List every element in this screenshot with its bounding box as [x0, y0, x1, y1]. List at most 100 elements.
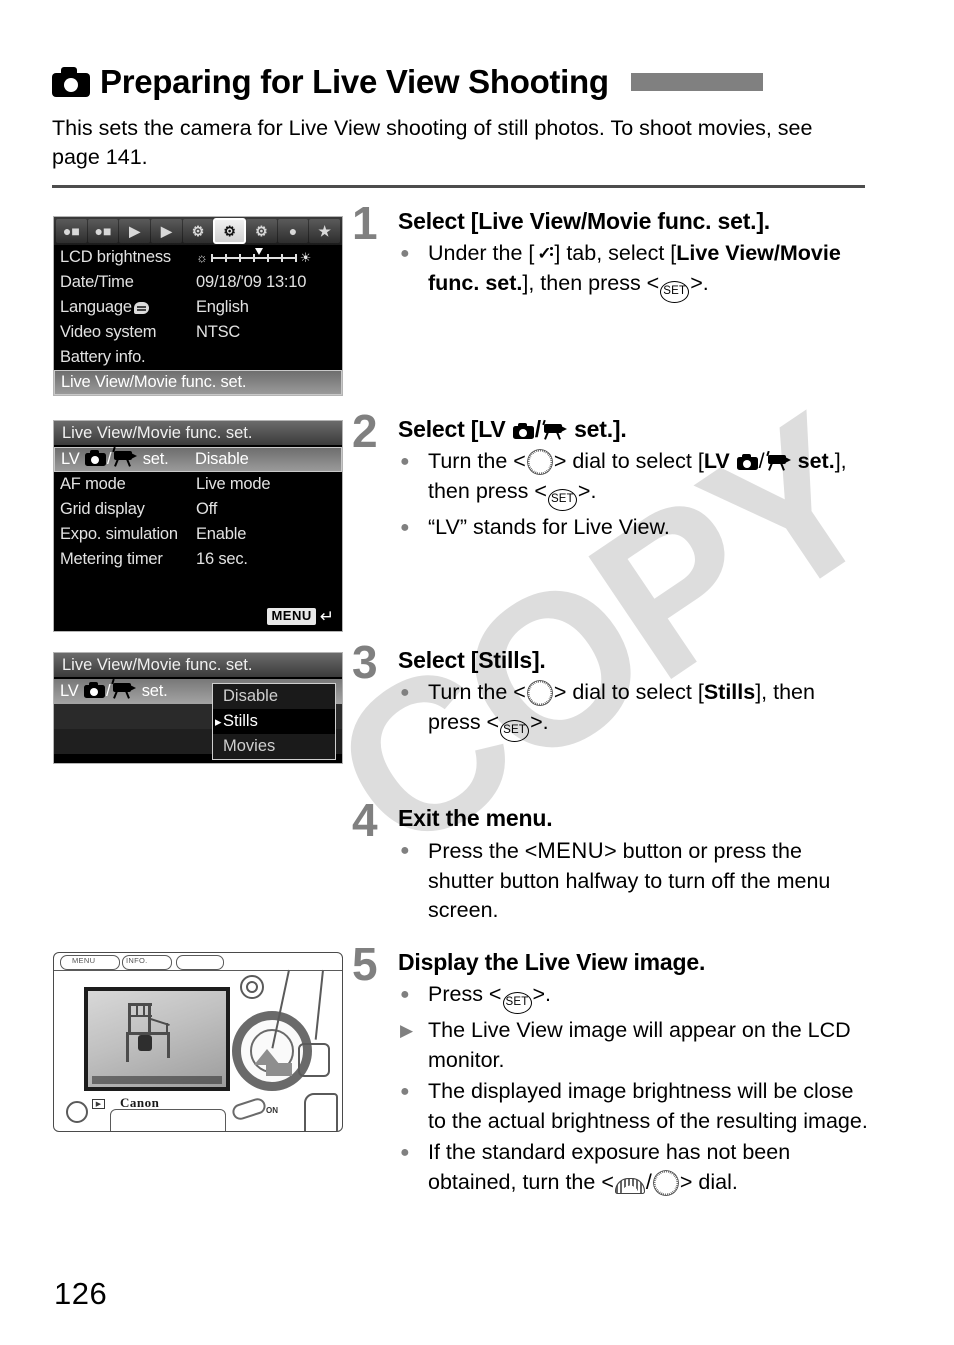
dot-bullet-icon: ●: [400, 453, 410, 470]
emphasis-text: Stills: [703, 680, 756, 704]
setup-menu-screenshot: ●■ ●■ ▶ ▶ ⚙ ⚙ ⚙ ● ★ LCD brightness ☼ ☀ Date/Time 09/…: [53, 216, 343, 396]
set-button-icon: SET: [500, 719, 530, 742]
bullet-text: Under the [✓] tab, select [Live View/Mov…: [428, 239, 868, 303]
chair-subject: [122, 1003, 178, 1067]
movie-icon: [112, 446, 138, 467]
camera-grip: [304, 1093, 338, 1131]
lv-set-dropdown-screenshot: Live View/Movie func. set. LV / set. Dis…: [53, 652, 343, 764]
step-bullet: ● “LV” stands for Live View.: [398, 513, 868, 543]
menu-tab-shooting-tab-2[interactable]: ●■: [87, 219, 119, 243]
menu3-title: Live View/Movie func. set.: [54, 653, 342, 679]
lcd-brightness-slider[interactable]: ☼ ☀: [196, 247, 336, 266]
menu-row-value: Disable: [195, 450, 249, 468]
menu-row-value: ☼ ☀: [196, 247, 336, 266]
dot-bullet-icon: ●: [400, 518, 410, 536]
step-heading: Select [LV / set.].: [398, 416, 627, 442]
step-bullet: ● Press < SET >.: [398, 980, 868, 1014]
menu-row-label: Video system: [60, 323, 157, 341]
lv-set-option[interactable]: Disable: [213, 684, 335, 709]
menu-row-label: Live View/Movie func. set.: [61, 373, 247, 391]
step-4: 4 Exit the menu. ● Press the <MENU> button …: [352, 797, 868, 926]
dot-bullet-icon: ●: [400, 1083, 410, 1100]
dot-bullet-icon: ●: [400, 684, 410, 701]
menu-row[interactable]: Video system NTSC: [54, 320, 342, 345]
af-point-button-center: [246, 981, 258, 993]
step-3: 3 Select [Stills]. ● Turn the < > dial to se…: [352, 639, 868, 742]
menu-row[interactable]: Live View/Movie func. set.: [54, 370, 342, 395]
menu-row[interactable]: Metering timer 16 sec.: [54, 547, 342, 572]
info-button-label: INFO.: [126, 956, 148, 965]
camera-icon: [84, 450, 106, 466]
extra-button-shape: [176, 955, 224, 970]
page-number: 126: [54, 1276, 108, 1311]
menu-row[interactable]: Date/Time 09/18/'09 13:10: [54, 270, 342, 295]
menu-tab-setup-tab-2[interactable]: ⚙: [213, 218, 247, 244]
menu-row[interactable]: LCD brightness ☼ ☀: [54, 245, 342, 270]
page-title: Preparing for Live View Shooting: [100, 63, 609, 100]
movie-icon: [542, 419, 567, 440]
menu-row[interactable]: LV / set. Disable: [54, 446, 342, 472]
wrench-tab-icon: ✓: [537, 244, 554, 263]
step-bullet: ● Under the [✓] tab, select [Live View/Mo…: [398, 239, 868, 303]
menu-tab-my-menu-tab[interactable]: ★: [309, 219, 341, 243]
live-view-func-set-screenshot: Live View/Movie func. set. LV / set. Disa…: [53, 420, 343, 632]
menu-tab-custom-functions-tab[interactable]: ●: [277, 219, 309, 243]
menu-row-label: Date/Time: [60, 273, 134, 291]
title-accent-bar: [630, 73, 763, 91]
speech-bubble-icon: [133, 302, 149, 314]
menu-row-label: LV / set.: [61, 446, 195, 469]
bullet-text: The Live View image will appear on the L…: [428, 1018, 851, 1072]
bullet-text: “LV” stands for Live View.: [428, 514, 670, 539]
step-body: Select [LV / set.]. ● Turn the < > dial to …: [398, 414, 868, 542]
menu-tab-shooting-tab-1[interactable]: ●■: [56, 219, 87, 243]
menu-tab-playback-tab-2[interactable]: ▶: [151, 219, 182, 243]
quick-control-dial-icon: [652, 1169, 679, 1196]
menu-row[interactable]: Battery info.: [54, 345, 342, 370]
lv-set-option[interactable]: Stills: [213, 709, 335, 734]
step-bullet: ● If the standard exposure has not been o…: [398, 1138, 868, 1197]
quick-control-dial-icon: [526, 449, 553, 475]
camera-edge-line-2: [314, 969, 324, 1040]
set-button-icon: SET: [660, 280, 690, 303]
live-view-image: [88, 991, 226, 1087]
lcd-info-strip: [92, 1076, 222, 1084]
page-header: Preparing for Live View Shooting This se…: [52, 58, 872, 172]
press-arrow-stem: [266, 1063, 292, 1076]
menu-row-value: 16 sec.: [196, 550, 248, 568]
step-number: 2: [352, 405, 378, 457]
camera-bottom-panel: [110, 1109, 226, 1131]
step-body: Display the Live View image. ● Press < SET >…: [398, 947, 868, 1197]
step-1: 1 Select [Live View/Movie func. set.]. ● Un…: [352, 200, 868, 303]
menu-row[interactable]: Grid display Off: [54, 497, 342, 522]
viewfinder-eyecup: [298, 1043, 330, 1077]
menu-row-value: English: [196, 298, 249, 316]
menu-row-label: Grid display: [60, 500, 145, 518]
camera-icon: [736, 454, 758, 470]
lv-set-option[interactable]: Movies: [213, 734, 335, 759]
step-number: 3: [352, 636, 378, 688]
step-2: 2 Select [LV / set.]. ● Turn the < > dial to…: [352, 408, 868, 542]
menu-row[interactable]: AF mode Live mode: [54, 472, 342, 497]
bullet-text: If the standard exposure has not been ob…: [428, 1140, 791, 1196]
menu-tab-strip: ●■ ●■ ▶ ▶ ⚙ ⚙ ⚙ ● ★: [54, 217, 342, 245]
intro-paragraph: This sets the camera for Live View shoot…: [52, 116, 813, 169]
menu-tab-setup-tab-1[interactable]: ⚙: [182, 219, 214, 243]
menu-row[interactable]: Expo. simulation Enable: [54, 522, 342, 547]
menu-row-label: LCD brightness: [60, 248, 171, 266]
menu-tab-playback-tab-1[interactable]: ▶: [119, 219, 151, 243]
lv-set-option-label: Stills: [223, 712, 258, 730]
step-heading: Display the Live View image.: [398, 949, 706, 975]
set-button-icon: SET: [547, 488, 577, 511]
power-on-label: ON: [266, 1106, 278, 1115]
menu-badge: MENU: [267, 608, 316, 625]
step-bullet: ● Press the <MENU> button or press the sh…: [398, 836, 868, 926]
menu-row-label: Metering timer: [60, 550, 163, 568]
menu-row-value: Live mode: [196, 475, 271, 493]
step-number: 4: [352, 794, 378, 846]
menu-tab-setup-tab-3[interactable]: ⚙: [246, 219, 277, 243]
lcd-monitor: [84, 987, 230, 1091]
dot-bullet-icon: ●: [400, 245, 410, 262]
dot-bullet-icon: ●: [400, 842, 410, 859]
menu2-rows: LV / set. Disable AF mode Live mode Grid di…: [54, 446, 342, 572]
menu-row[interactable]: Language English: [54, 295, 342, 320]
